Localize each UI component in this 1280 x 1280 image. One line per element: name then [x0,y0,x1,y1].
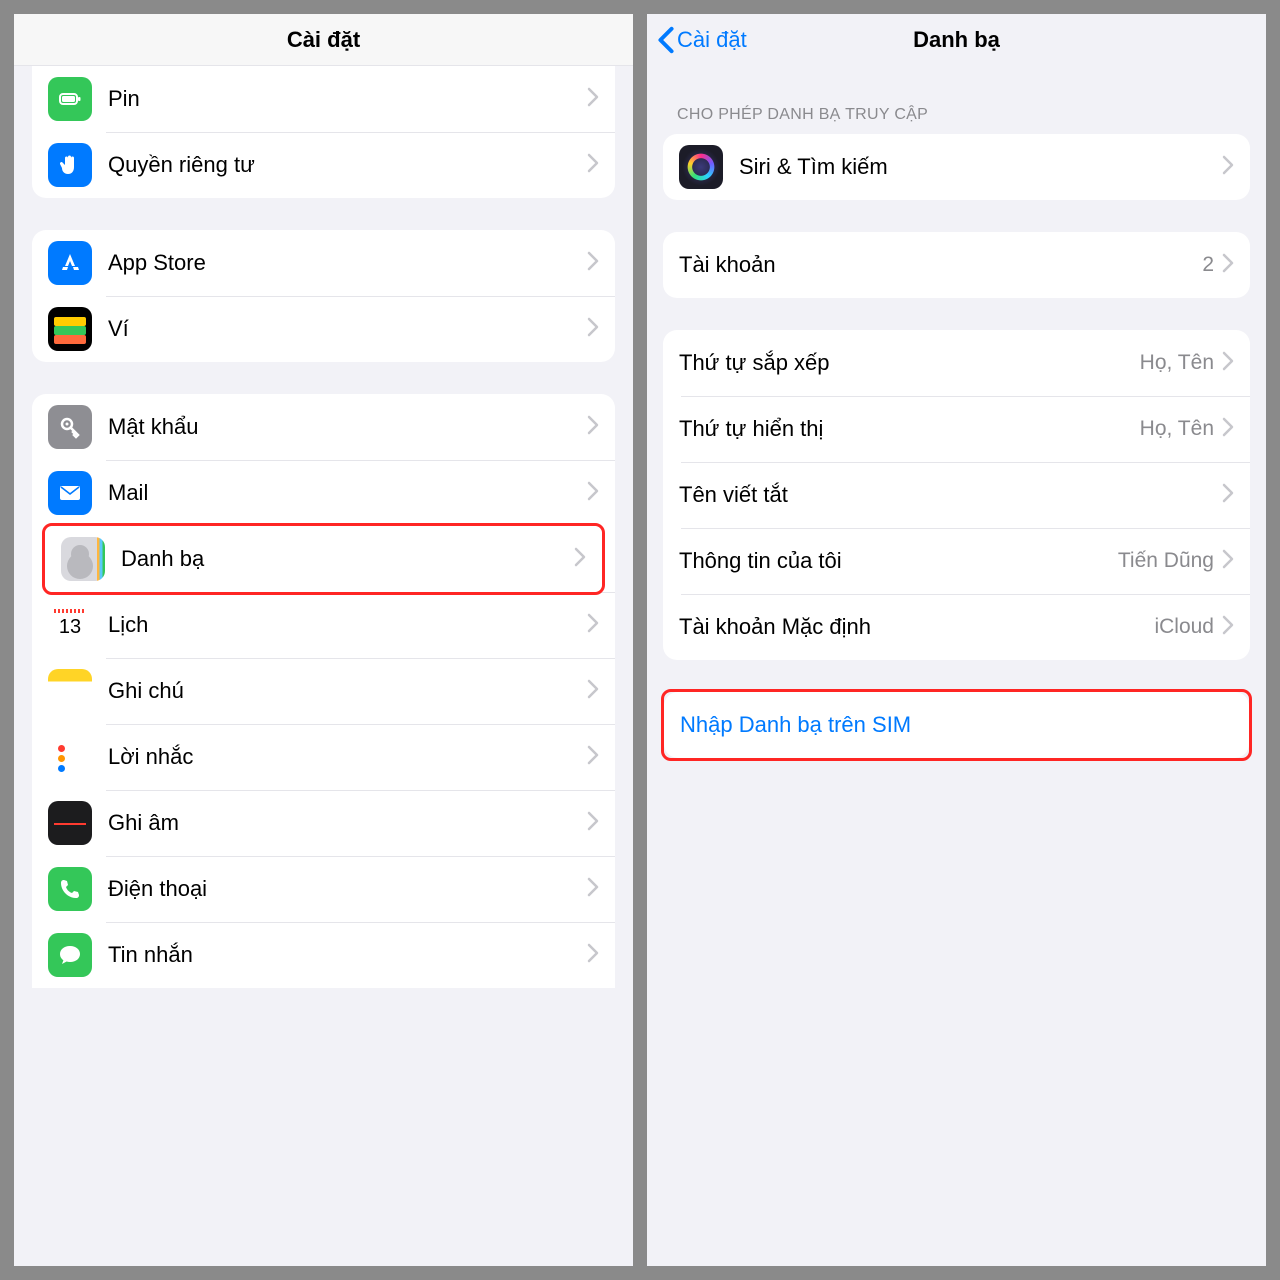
row-label: Tài khoản Mặc định [679,614,1154,640]
chevron-right-icon [587,679,599,704]
row-default-account[interactable]: Tài khoản Mặc định iCloud [663,594,1250,660]
row-label: Tên viết tắt [679,482,1222,508]
chevron-right-icon [587,481,599,506]
row-import-sim[interactable]: Nhập Danh bạ trên SIM [664,692,1249,758]
row-label: Lời nhắc [108,744,587,770]
contacts-content[interactable]: CHO PHÉP DANH BẠ TRUY CẬP Siri & Tìm kiế… [647,66,1266,1266]
chevron-right-icon [587,613,599,638]
row-label: Tin nhắn [108,942,587,968]
row-label: Mật khẩu [108,414,587,440]
row-label: Nhập Danh bạ trên SIM [680,712,1233,738]
back-label: Cài đặt [677,27,747,53]
chevron-right-icon [587,153,599,178]
page-title: Danh bạ [913,27,1000,53]
highlight-import-sim: Nhập Danh bạ trên SIM [661,689,1252,761]
privacy-hand-icon [48,143,92,187]
battery-icon [48,77,92,121]
section-header-allow: CHO PHÉP DANH BẠ TRUY CẬP [647,66,1266,134]
contacts-settings-screen: Cài đặt Danh bạ CHO PHÉP DANH BẠ TRUY CẬ… [647,14,1266,1266]
settings-row-messages[interactable]: Tin nhắn [32,922,615,988]
siri-icon [679,145,723,189]
chevron-right-icon [587,87,599,112]
mail-icon [48,471,92,515]
navbar-settings: Cài đặt [14,14,633,66]
notes-icon [48,669,92,713]
chevron-right-icon [1222,155,1234,180]
row-label: Mail [108,480,587,506]
row-value: Họ, Tên [1140,351,1214,375]
row-sort-order[interactable]: Thứ tự sắp xếp Họ, Tên [663,330,1250,396]
chevron-right-icon [587,745,599,770]
back-button[interactable]: Cài đặt [657,26,747,54]
settings-row-passwords[interactable]: Mật khẩu [32,394,615,460]
navbar-contacts: Cài đặt Danh bạ [647,14,1266,66]
settings-row-wallet[interactable]: Ví [32,296,615,362]
row-label: Ví [108,316,587,342]
settings-row-calendar[interactable]: Lịch [32,592,615,658]
row-my-info[interactable]: Thông tin của tôi Tiến Dũng [663,528,1250,594]
appstore-icon [48,241,92,285]
row-label: App Store [108,250,587,276]
settings-row-reminders[interactable]: Lời nhắc [32,724,615,790]
chevron-right-icon [587,943,599,968]
row-label: Ghi chú [108,678,587,704]
chevron-right-icon [587,877,599,902]
settings-row-contacts[interactable]: Danh bạ [45,526,602,592]
reminders-icon [48,735,92,779]
settings-content[interactable]: Pin Quyền riêng tư App Store [14,66,633,1266]
key-icon [48,405,92,449]
settings-row-voicememos[interactable]: Ghi âm [32,790,615,856]
phone-icon [48,867,92,911]
row-label: Pin [108,86,587,112]
calendar-icon [48,603,92,647]
chevron-right-icon [587,811,599,836]
voicememo-icon [48,801,92,845]
chevron-right-icon [1222,483,1234,508]
row-label: Ghi âm [108,810,587,836]
row-short-name[interactable]: Tên viết tắt [663,462,1250,528]
settings-screen: Cài đặt Pin Quyền riêng tư [14,14,633,1266]
row-value: Họ, Tên [1140,417,1214,441]
chevron-right-icon [587,251,599,276]
row-label: Thứ tự hiển thị [679,416,1140,442]
chevron-right-icon [1222,351,1234,376]
page-title: Cài đặt [287,27,360,53]
row-label: Danh bạ [121,546,574,572]
row-label: Thứ tự sắp xếp [679,350,1140,376]
settings-row-privacy[interactable]: Quyền riêng tư [32,132,615,198]
row-label: Lịch [108,612,587,638]
settings-row-appstore[interactable]: App Store [32,230,615,296]
chevron-right-icon [1222,615,1234,640]
row-display-order[interactable]: Thứ tự hiển thị Họ, Tên [663,396,1250,462]
row-value: Tiến Dũng [1118,549,1214,573]
row-label: Quyền riêng tư [108,152,587,178]
settings-row-notes[interactable]: Ghi chú [32,658,615,724]
highlight-contacts: Danh bạ [42,523,605,595]
row-accounts[interactable]: Tài khoản 2 [663,232,1250,298]
row-label: Tài khoản [679,252,1202,278]
row-value: iCloud [1154,615,1214,639]
settings-row-phone[interactable]: Điện thoại [32,856,615,922]
row-label: Điện thoại [108,876,587,902]
settings-row-battery[interactable]: Pin [32,66,615,132]
row-siri-search[interactable]: Siri & Tìm kiếm [663,134,1250,200]
chevron-right-icon [587,317,599,342]
messages-icon [48,933,92,977]
chevron-right-icon [1222,417,1234,442]
row-label: Thông tin của tôi [679,548,1118,574]
row-value: 2 [1202,253,1214,277]
settings-row-mail[interactable]: Mail [32,460,615,526]
chevron-right-icon [587,415,599,440]
contacts-icon [61,537,105,581]
chevron-right-icon [574,547,586,572]
wallet-icon [48,307,92,351]
chevron-right-icon [1222,253,1234,278]
row-label: Siri & Tìm kiếm [739,154,1222,180]
chevron-right-icon [1222,549,1234,574]
